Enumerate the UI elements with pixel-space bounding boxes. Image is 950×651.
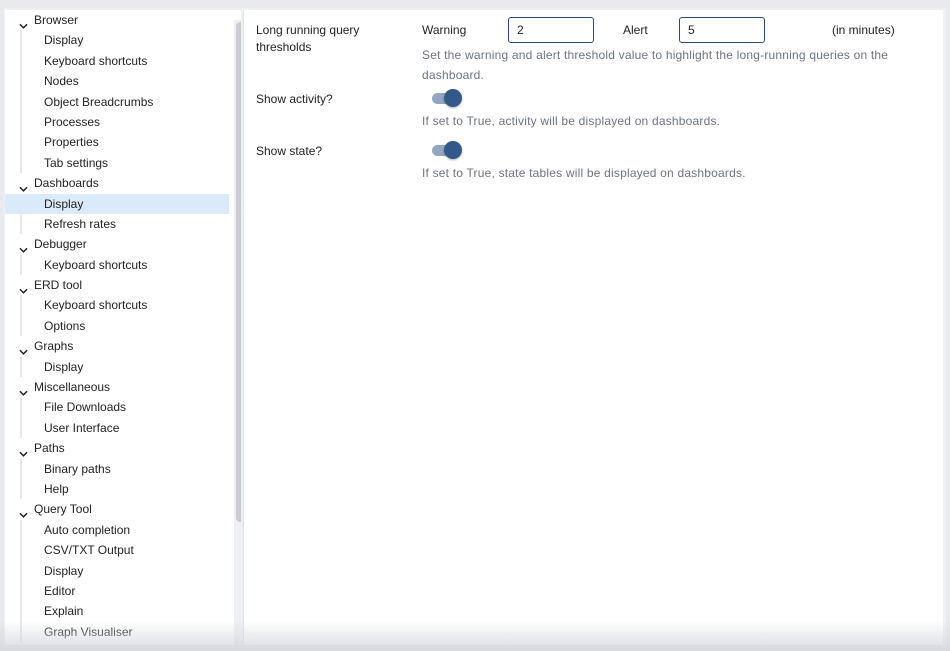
tree-item-user-interface[interactable]: User Interface: [9, 418, 229, 438]
tree-children: Display Refresh rates: [5, 193, 229, 235]
tree-group-dashboards[interactable]: Dashboards: [9, 173, 229, 193]
warning-label: Warning: [422, 23, 467, 37]
tree-group-query-tool[interactable]: Query Tool: [9, 499, 229, 519]
tree-list: Browser Display Keyboard shortcuts Nodes Obj…: [5, 10, 229, 643]
tree-item-keyboard-shortcuts[interactable]: Keyboard shortcuts: [9, 51, 229, 71]
chevron-down-icon[interactable]: [19, 444, 28, 458]
tree-item-display[interactable]: Display: [9, 357, 229, 377]
tree-item-binary-paths[interactable]: Binary paths: [9, 459, 229, 479]
tree-group-browser[interactable]: Browser: [9, 10, 229, 30]
tree-group-graphs[interactable]: Graphs: [9, 336, 229, 356]
show-activity-toggle[interactable]: [430, 87, 464, 109]
tree-item-processes[interactable]: Processes: [9, 112, 229, 132]
tree-item-display[interactable]: Display: [5, 193, 229, 214]
chevron-down-icon[interactable]: [19, 179, 28, 192]
tree-group-label: Browser: [34, 13, 79, 27]
tree-group-erd-tool[interactable]: ERD tool: [9, 275, 229, 295]
chevron-down-icon[interactable]: [19, 240, 28, 254]
toggle-knob: [444, 89, 462, 107]
tree-group-label: Miscellaneous: [34, 380, 111, 395]
show-activity-help: If set to True, activity will be display…: [422, 114, 721, 128]
tree-group-label: Dashboards: [34, 176, 99, 191]
tree-children: Display Keyboard shortcuts Nodes Object Bre…: [9, 30, 229, 173]
tree-group-miscellaneous[interactable]: Miscellaneous: [9, 377, 229, 397]
preferences-tree: Browser Display Keyboard shortcuts Nodes Obj…: [5, 10, 241, 645]
tree-item-keyboard-shortcuts[interactable]: Keyboard shortcuts: [9, 295, 229, 315]
tree-group-label: Graphs: [34, 339, 74, 354]
show-activity-label: Show activity?: [256, 92, 333, 106]
tree-children: Keyboard shortcuts: [9, 254, 229, 276]
unit-label: (in minutes): [832, 23, 895, 37]
chevron-down-icon[interactable]: [19, 281, 28, 294]
tree-item-editor[interactable]: Editor: [9, 581, 229, 601]
tree-group-debugger[interactable]: Debugger: [9, 234, 229, 254]
warning-input[interactable]: [508, 17, 594, 43]
tree-children: Keyboard shortcuts Options: [9, 295, 229, 337]
tree-children: Auto completion CSV/TXT Output Display Edit…: [9, 519, 229, 643]
chevron-down-icon[interactable]: [19, 505, 28, 519]
show-state-label: Show state?: [256, 144, 323, 158]
chevron-down-icon[interactable]: [19, 383, 28, 396]
tree-item-auto-completion[interactable]: Auto completion: [9, 520, 229, 540]
tree-item-refresh-rates[interactable]: Refresh rates: [9, 214, 229, 234]
tree-group-paths[interactable]: Paths: [9, 438, 229, 458]
tree-children: Display: [9, 356, 229, 378]
show-state-help: If set to True, state tables will be dis…: [422, 166, 746, 180]
alert-label: Alert: [623, 23, 648, 37]
tree-item-display[interactable]: Display: [9, 30, 229, 50]
tree-item-help[interactable]: Help: [9, 479, 229, 499]
chevron-down-icon[interactable]: [19, 342, 28, 356]
tree-children: File Downloads User Interface: [9, 397, 229, 438]
chevron-down-icon[interactable]: [19, 16, 28, 29]
alert-input[interactable]: [679, 17, 765, 43]
tree-group-label: ERD tool: [34, 278, 83, 293]
long-running-help: Set the warning and alert threshold valu…: [422, 48, 889, 82]
scrollbar-thumb[interactable]: [236, 22, 241, 522]
tree-item-options[interactable]: Options: [9, 316, 229, 336]
tree-item-object-breadcrumbs[interactable]: Object Breadcrumbs: [9, 92, 229, 112]
tree-children: Binary paths Help: [9, 458, 229, 500]
tree-item-csv-txt-output[interactable]: CSV/TXT Output: [9, 540, 229, 560]
tree-item-explain[interactable]: Explain: [9, 601, 229, 621]
tree-item-graph-visualiser[interactable]: Graph Visualiser: [9, 622, 229, 642]
tree-item-tab-settings[interactable]: Tab settings: [9, 153, 229, 173]
tree-item-properties[interactable]: Properties: [9, 132, 229, 152]
long-running-label: Long running query thresholds: [256, 23, 360, 54]
tree-item-keyboard-shortcuts[interactable]: Keyboard shortcuts: [9, 255, 229, 275]
tree-group-label: Debugger: [34, 237, 87, 252]
tree-item-nodes[interactable]: Nodes: [9, 71, 229, 91]
tree-item-display[interactable]: Display: [9, 561, 229, 581]
toggle-knob: [444, 141, 462, 159]
settings-panel: Long running query thresholds Warning Al…: [243, 10, 943, 645]
tree-item-file-downloads[interactable]: File Downloads: [9, 397, 229, 417]
tree-group-label: Paths: [34, 441, 65, 456]
tree-group-label: Query Tool: [34, 502, 92, 517]
show-state-toggle[interactable]: [430, 139, 464, 161]
